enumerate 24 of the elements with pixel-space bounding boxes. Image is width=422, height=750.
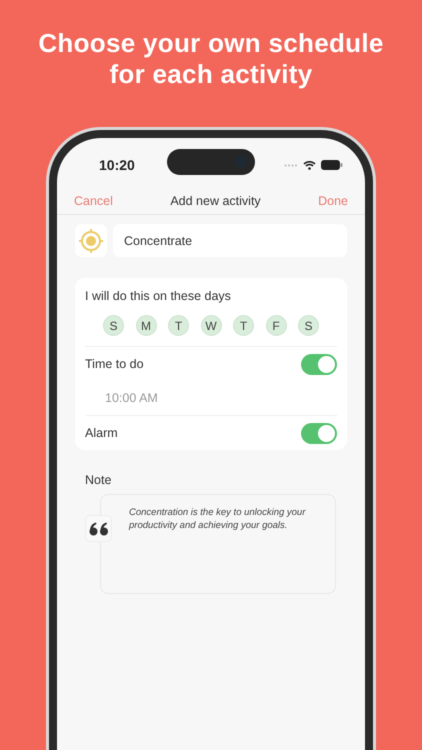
note-field[interactable]: Concentration is the key to unlocking your productivity and achieving your goals. [100,494,336,594]
day-toggle[interactable]: S [103,315,124,336]
note-label: Note [85,473,112,487]
headline: Choose your own schedule for each activity [37,28,385,90]
alarm-switch[interactable] [301,422,337,444]
activity-name-field[interactable]: Concentrate [113,224,347,257]
signal-icon [284,164,298,166]
status-time: 10:20 [99,157,135,173]
wifi-icon [303,160,316,170]
activity-icon-button[interactable] [75,224,107,257]
battery-icon [321,160,343,170]
time-to-do-label: Time to do [85,357,144,371]
day-toggle[interactable]: T [168,315,189,336]
quote-icon [88,522,108,536]
alarm-label: Alarm [85,426,118,440]
day-toggle[interactable]: T [233,315,254,336]
day-toggle[interactable]: S [298,315,319,336]
day-toggle[interactable]: W [200,315,222,336]
screen-title: Add new activity [170,194,261,208]
day-toggle[interactable]: M [136,315,156,336]
day-toggle[interactable]: F [266,315,286,336]
days-label: I will do this on these days [85,289,232,303]
target-icon [77,226,105,254]
time-to-do-switch[interactable] [301,354,337,374]
